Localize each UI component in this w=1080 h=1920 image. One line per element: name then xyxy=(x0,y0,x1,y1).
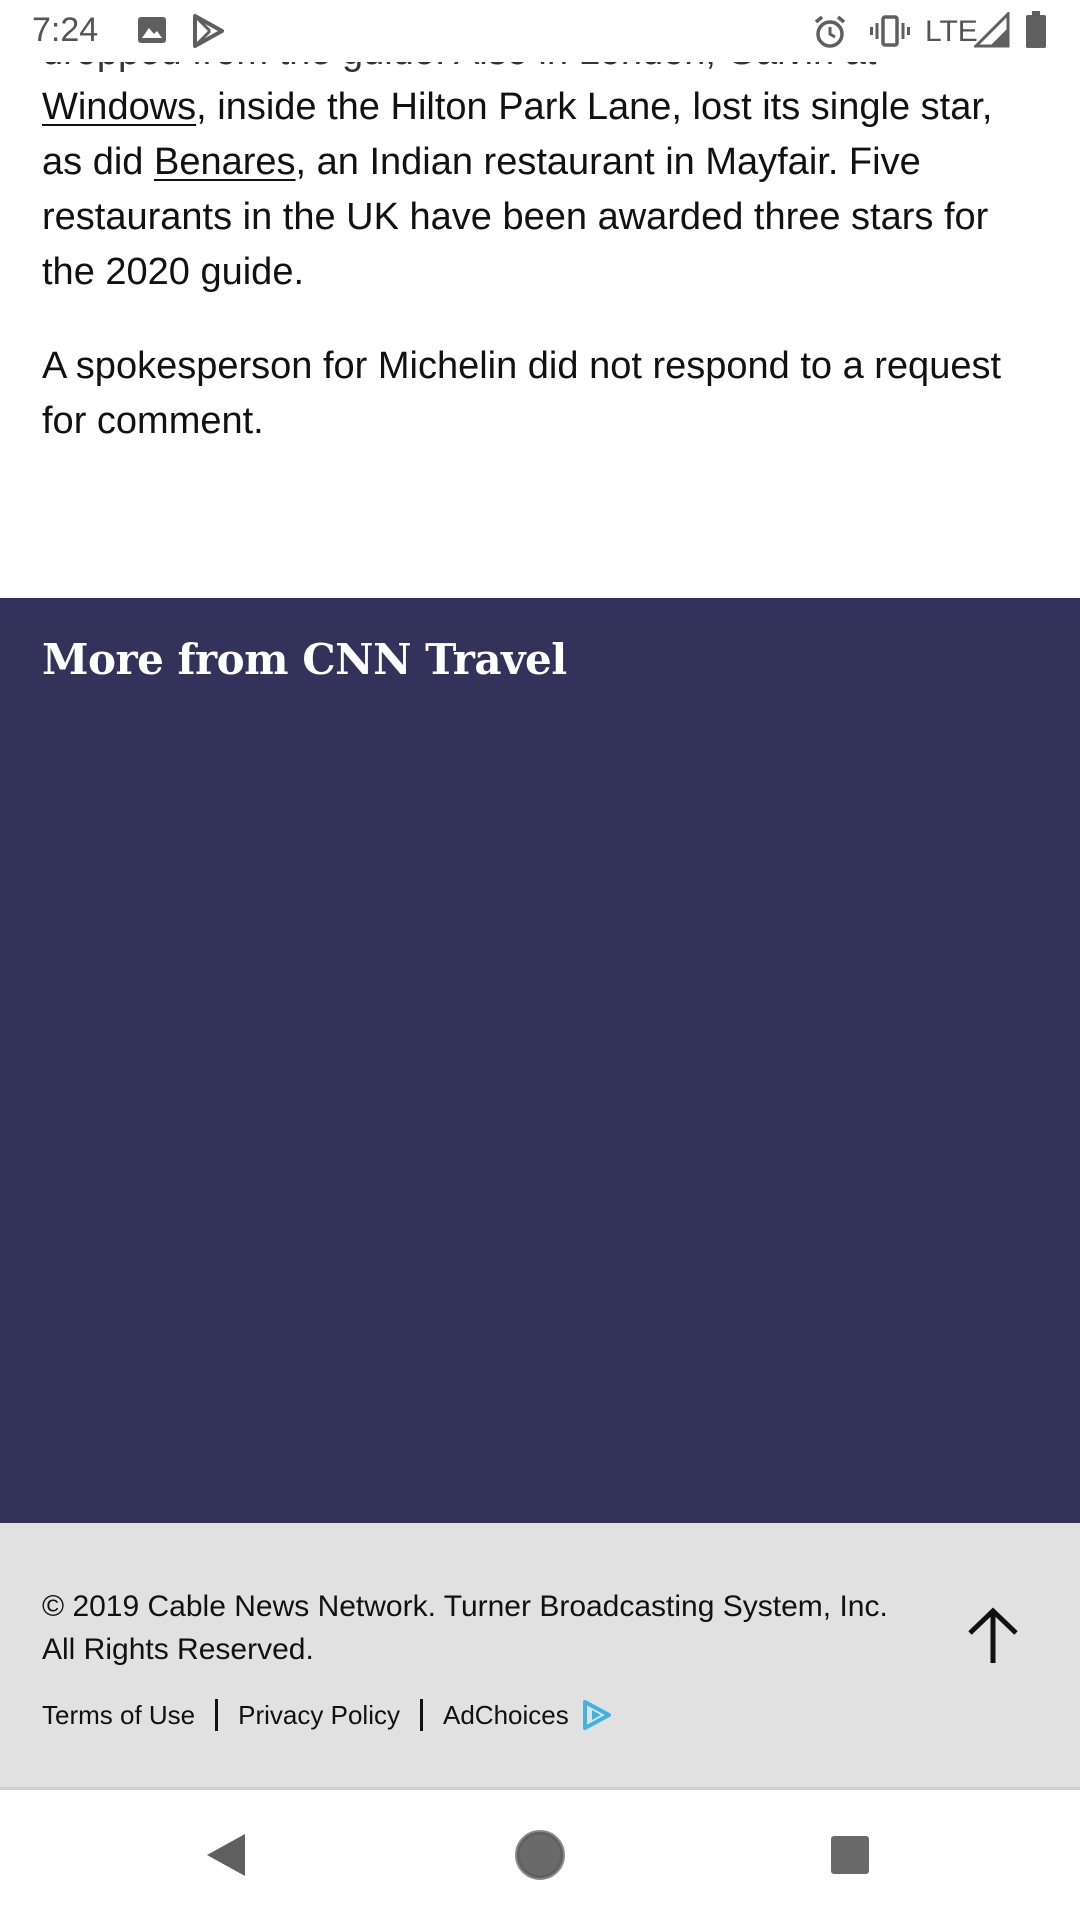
page-footer: © 2019 Cable News Network. Turner Broadc… xyxy=(0,1523,1080,1790)
privacy-policy-link[interactable]: Privacy Policy xyxy=(238,1700,400,1731)
terms-of-use-link[interactable]: Terms of Use xyxy=(42,1700,195,1731)
copyright-text: © 2019 Cable News Network. Turner Broadc… xyxy=(42,1590,888,1666)
recents-square-icon xyxy=(831,1836,869,1874)
link-windows[interactable]: Windows xyxy=(42,86,196,128)
signal-icon xyxy=(974,12,1010,48)
home-button[interactable] xyxy=(500,1815,580,1895)
system-navigation-bar xyxy=(0,1790,1080,1920)
status-time: 7:24 xyxy=(32,11,99,49)
link-divider xyxy=(215,1699,219,1731)
back-button[interactable] xyxy=(186,1815,266,1895)
arrow-up-icon[interactable] xyxy=(960,1603,1026,1669)
more-from-cnn-travel-section: More from CNN Travel xyxy=(0,598,1080,1523)
recents-button[interactable] xyxy=(810,1815,890,1895)
network-label: LTE xyxy=(925,15,978,48)
link-divider xyxy=(419,1699,423,1731)
section-title: More from CNN Travel xyxy=(42,635,567,684)
footer-links: Terms of Use Privacy Policy AdChoices xyxy=(42,1695,613,1735)
adchoices-icon[interactable] xyxy=(581,1699,613,1731)
image-icon xyxy=(138,17,166,43)
adchoices-link[interactable]: AdChoices xyxy=(443,1700,569,1731)
article-paragraph: A spokesperson for Michelin did not resp… xyxy=(42,345,1002,442)
vibrate-icon xyxy=(870,15,910,47)
play-store-icon xyxy=(193,14,224,48)
status-bar: 7:24 LTE xyxy=(0,0,1080,62)
home-circle-icon xyxy=(515,1830,565,1880)
alarm-icon xyxy=(814,15,846,48)
battery-icon xyxy=(1026,11,1046,48)
back-triangle-icon xyxy=(207,1834,245,1876)
article-body: dropped from the guide. Also in London, … xyxy=(0,0,1080,598)
article-paragraph: dropped from the guide. Also in London, … xyxy=(42,25,1002,300)
link-benares[interactable]: Benares xyxy=(154,141,296,183)
